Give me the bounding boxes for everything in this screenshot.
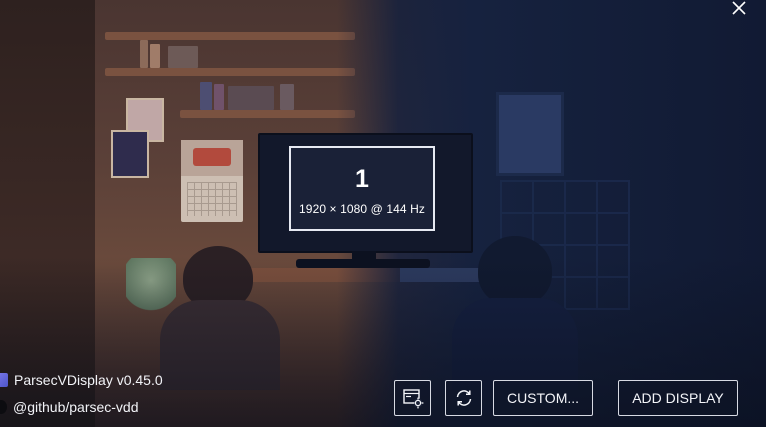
display-resolution: 1920 × 1080 @ 144 Hz [299, 201, 425, 216]
add-display-button[interactable]: ADD DISPLAY [618, 380, 738, 416]
display-settings-icon [402, 389, 423, 409]
github-link[interactable]: @github/parsec-vdd [0, 397, 139, 417]
close-button[interactable] [726, 0, 752, 16]
custom-button[interactable]: CUSTOM... [493, 380, 593, 416]
github-link-label: @github/parsec-vdd [13, 399, 139, 415]
app-name-version: ParsecVDisplay v0.45.0 [14, 372, 163, 388]
close-icon [732, 1, 746, 15]
custom-button-label: CUSTOM... [506, 390, 580, 406]
refresh-icon [456, 390, 471, 406]
app-window: 1 1920 × 1080 @ 144 Hz ParsecVDisplay v0… [0, 0, 766, 427]
app-icon [0, 373, 8, 387]
github-icon [0, 400, 7, 414]
display-number: 1 [355, 164, 369, 193]
refresh-button[interactable] [445, 380, 482, 416]
virtual-display-tile[interactable]: 1 1920 × 1080 @ 144 Hz [289, 146, 435, 231]
monitor-base [296, 259, 430, 268]
app-name-line: ParsecVDisplay v0.45.0 [0, 370, 163, 390]
add-display-button-label: ADD DISPLAY [632, 390, 724, 406]
display-settings-button[interactable] [394, 380, 431, 416]
